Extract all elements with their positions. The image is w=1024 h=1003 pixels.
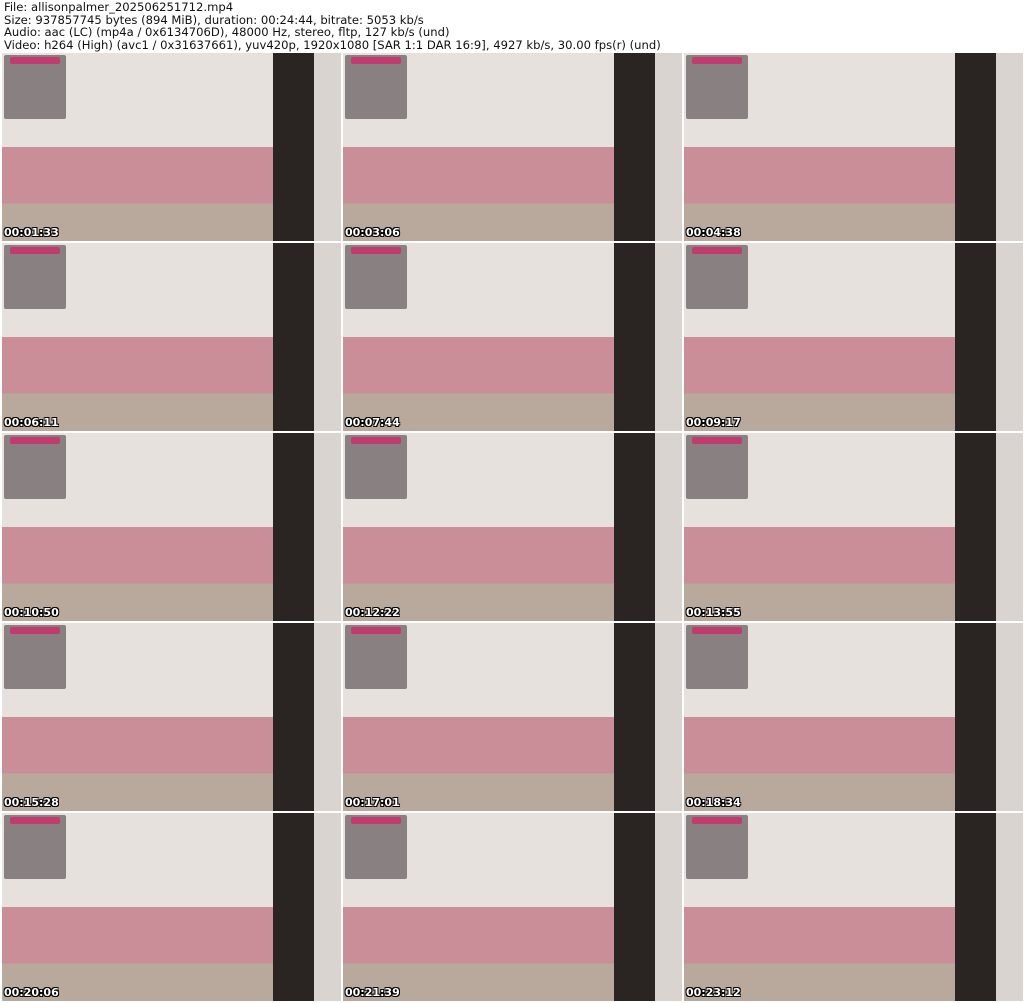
video-thumbnail: 00:20:06 [2, 813, 341, 1001]
timestamp-label: 00:12:22 [345, 606, 400, 619]
timestamp-label: 00:20:06 [4, 986, 59, 999]
chat-overlay [686, 55, 748, 119]
chat-overlay [686, 625, 748, 689]
timestamp-label: 00:06:11 [4, 416, 59, 429]
timestamp-label: 00:10:50 [4, 606, 59, 619]
chat-overlay [345, 435, 407, 499]
thumbnail-grid: 00:01:33 00:03:06 00:04:38 00:06:11 00:07:44… [2, 53, 1023, 1001]
chat-overlay [686, 435, 748, 499]
chat-overlay [4, 625, 66, 689]
chat-overlay [4, 245, 66, 309]
chat-overlay [345, 815, 407, 879]
timestamp-label: 00:04:38 [686, 226, 741, 239]
video-thumbnail: 00:03:06 [343, 53, 682, 241]
timestamp-label: 00:01:33 [4, 226, 59, 239]
audio-info: Audio: aac (LC) (mp4a / 0x6134706D), 480… [4, 25, 450, 39]
video-thumbnail: 00:17:01 [343, 623, 682, 811]
chat-overlay [686, 245, 748, 309]
video-thumbnail: 00:07:44 [343, 243, 682, 431]
file-name: File: allisonpalmer_202506251712.mp4 [4, 0, 234, 14]
chat-overlay [686, 815, 748, 879]
timestamp-label: 00:21:39 [345, 986, 400, 999]
video-info: Video: h264 (High) (avc1 / 0x31637661), … [4, 37, 661, 52]
chat-overlay [345, 245, 407, 309]
video-thumbnail: 00:18:34 [684, 623, 1023, 811]
timestamp-label: 00:09:17 [686, 416, 741, 429]
chat-overlay [4, 55, 66, 119]
timestamp-label: 00:13:55 [686, 606, 741, 619]
video-thumbnail: 00:23:12 [684, 813, 1023, 1001]
timestamp-label: 00:03:06 [345, 226, 400, 239]
video-thumbnail: 00:21:39 [343, 813, 682, 1001]
video-thumbnail: 00:15:28 [2, 623, 341, 811]
video-thumbnail: 00:09:17 [684, 243, 1023, 431]
video-thumbnail: 00:06:11 [2, 243, 341, 431]
chat-overlay [4, 435, 66, 499]
video-thumbnail: 00:04:38 [684, 53, 1023, 241]
timestamp-label: 00:07:44 [345, 416, 400, 429]
timestamp-label: 00:23:12 [686, 986, 741, 999]
chat-overlay [345, 625, 407, 689]
video-thumbnail: 00:12:22 [343, 433, 682, 621]
timestamp-label: 00:18:34 [686, 796, 741, 809]
chat-overlay [345, 55, 407, 119]
file-info-header: File: allisonpalmer_202506251712.mp4 Siz… [4, 1, 661, 51]
video-thumbnail: 00:10:50 [2, 433, 341, 621]
chat-overlay [4, 815, 66, 879]
timestamp-label: 00:15:28 [4, 796, 59, 809]
video-thumbnail: 00:01:33 [2, 53, 341, 241]
timestamp-label: 00:17:01 [345, 796, 400, 809]
video-thumbnail: 00:13:55 [684, 433, 1023, 621]
